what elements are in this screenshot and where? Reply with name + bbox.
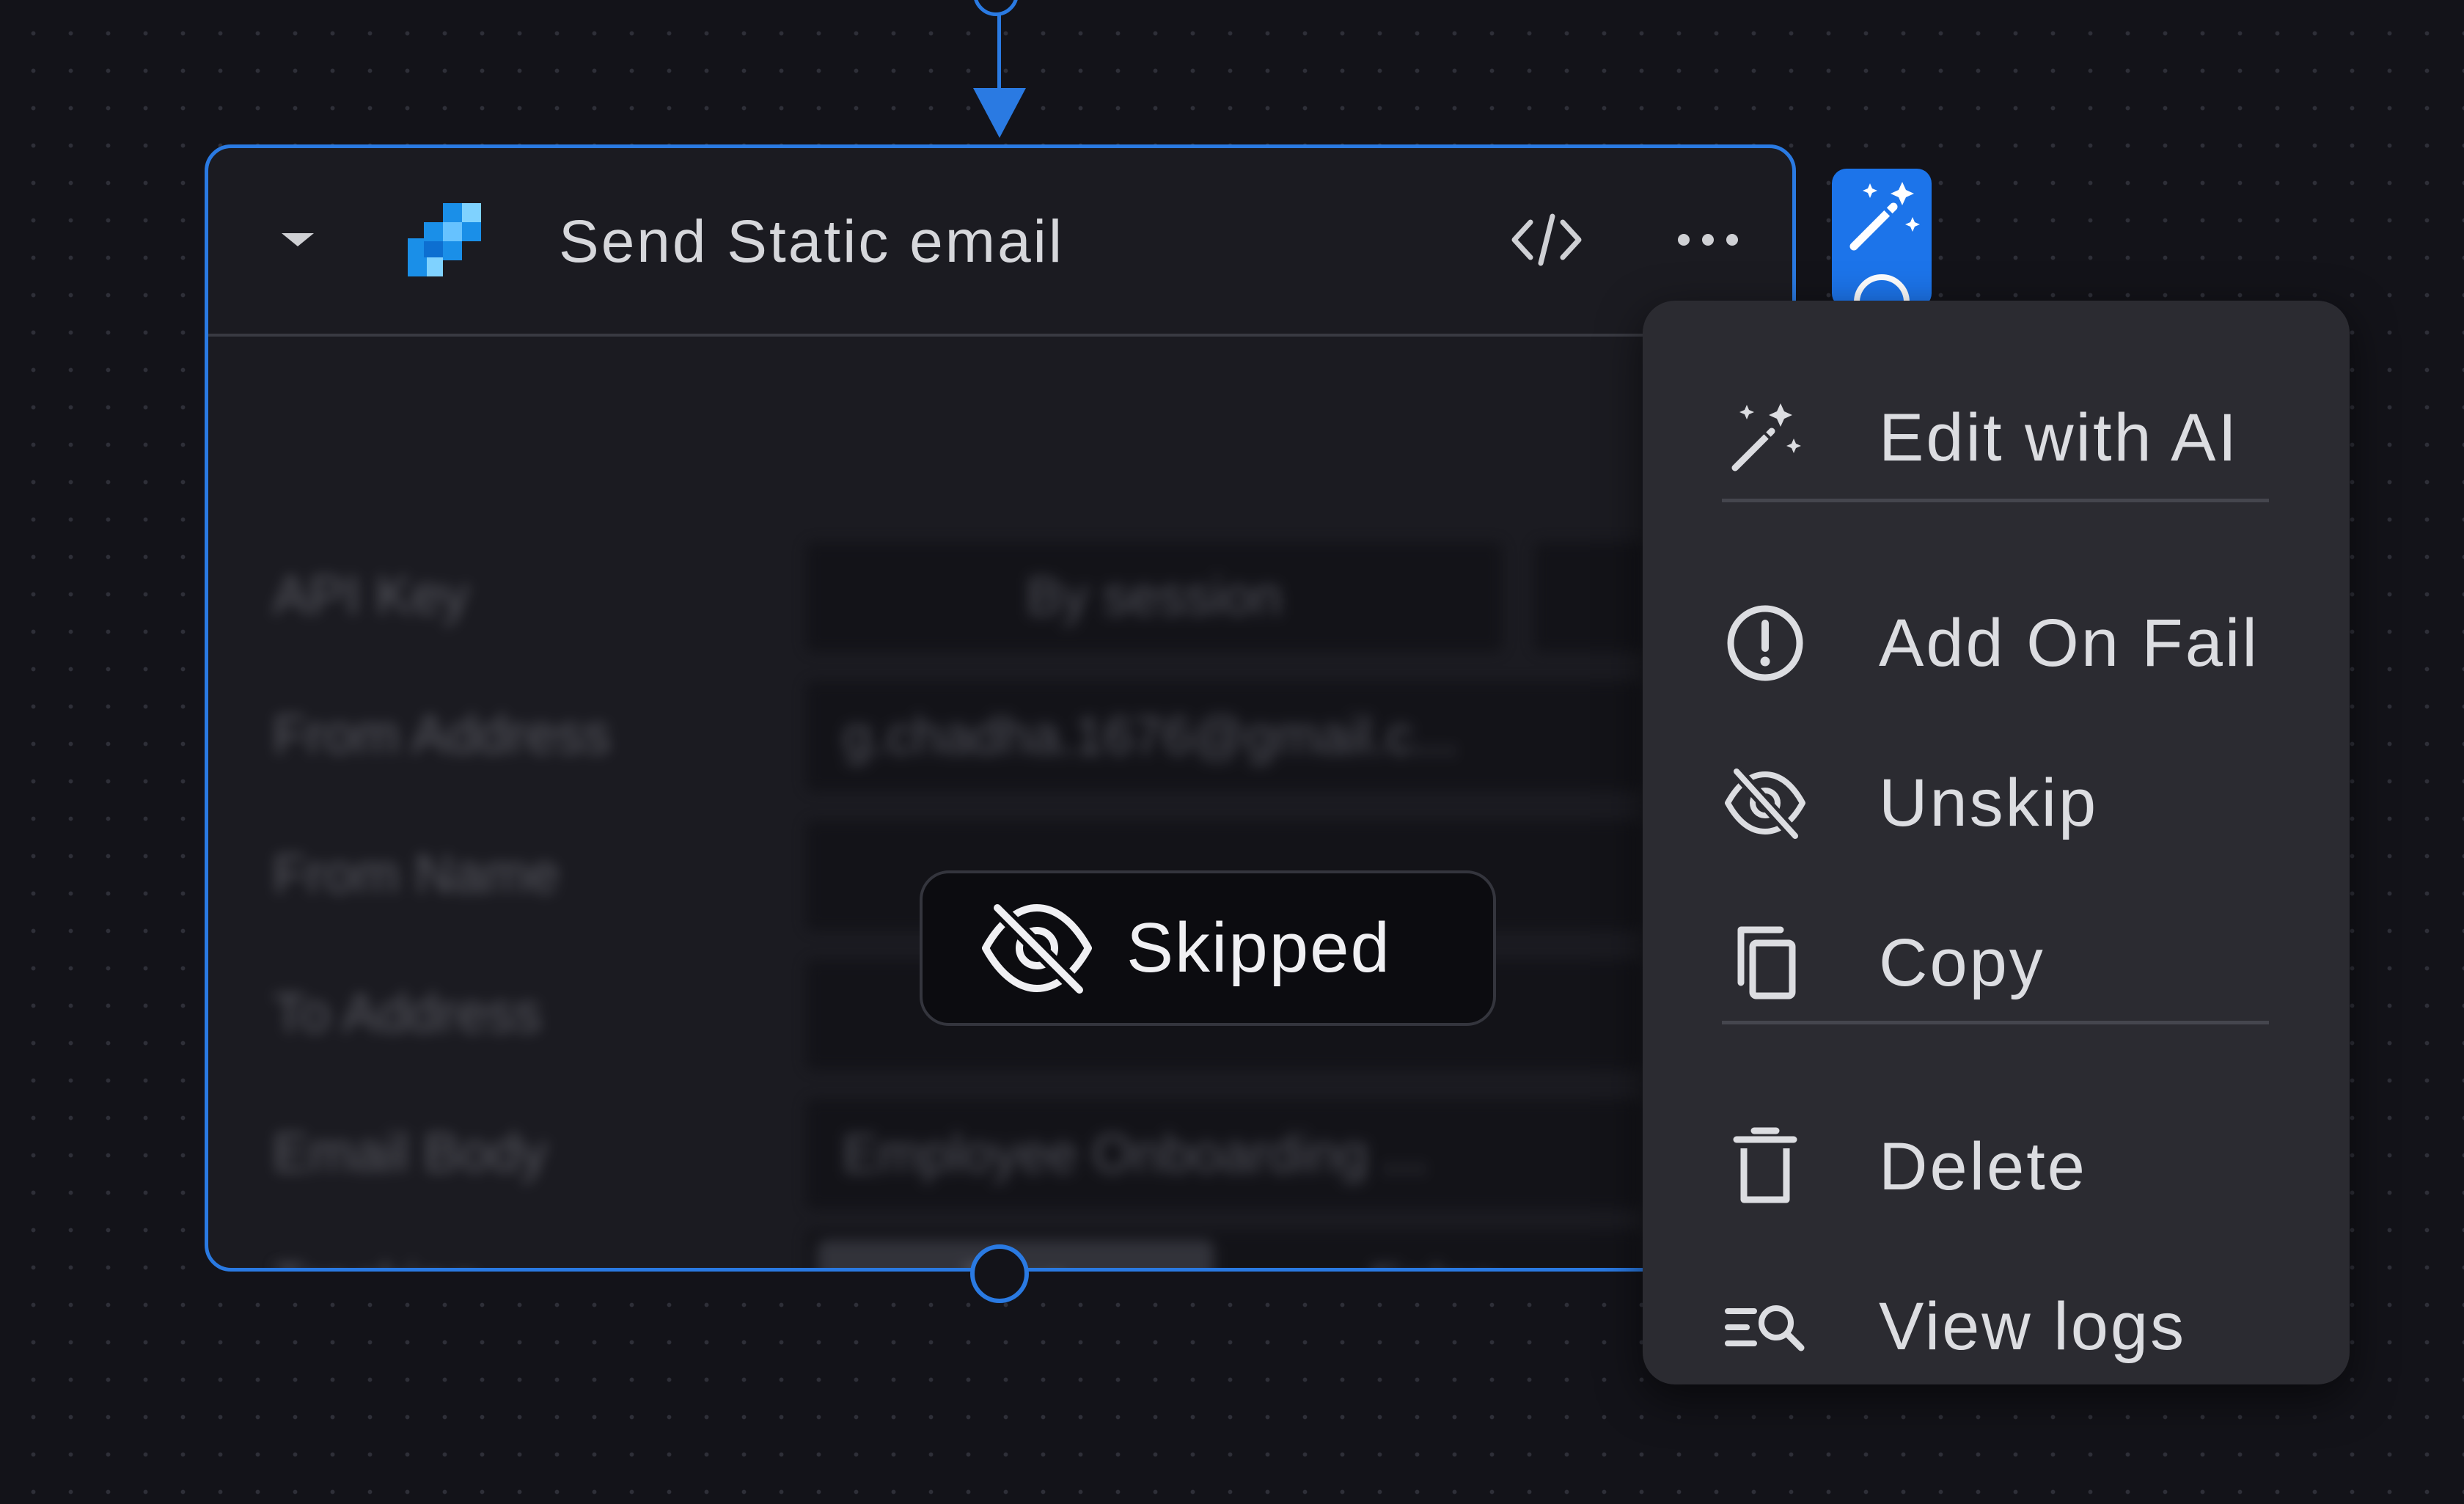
field-label: API Key [273,565,469,626]
logs-search-icon [1725,1305,1805,1351]
ai-assist-button[interactable] [1832,169,1932,308]
field-value[interactable]: Employee Onboarding ... [806,1099,1642,1209]
more-dots-icon [1678,234,1738,246]
menu-item-add-on-fail[interactable]: Add On Fail [1643,573,2350,713]
field-label: Email Body [273,1122,548,1183]
trash-icon [1733,1127,1797,1203]
node-title: Send Static email [559,208,1065,275]
tracking-toggle: True False [806,1230,1642,1268]
field-row-email-body: Email Body Employee Onboarding ... [273,1099,1780,1209]
menu-item-copy[interactable]: Copy [1643,893,2350,1032]
menu-item-label: Unskip [1879,766,2099,840]
field-value[interactable]: g.chadha.1676@gmail.c... [806,681,1642,791]
menu-item-label: Copy [1879,925,2045,1000]
alert-circle-icon [1727,605,1803,681]
field-action-stub[interactable] [1534,542,1644,652]
menu-item-edit-with-ai[interactable]: Edit with AI [1643,368,2350,507]
magic-wand-icon [1731,403,1801,472]
menu-item-label: View logs [1879,1289,2187,1364]
menu-item-unskip[interactable]: Unskip [1643,733,2350,873]
field-row-from-address: From Address g.chadha.1676@gmail.c... [273,681,1780,791]
node-form-body: API Key By session From Address g.chadha… [208,337,1792,1268]
downstream-handle[interactable] [970,1244,1029,1303]
field-label: From Name [273,843,560,904]
skipped-badge: Skipped [920,870,1496,1026]
workflow-node[interactable]: Send Static email API Key By session Fro… [205,144,1796,1272]
field-label: From Address [273,704,611,765]
magic-wand-icon [1849,182,1920,308]
node-header: Send Static email [208,148,1792,337]
code-icon [1511,213,1582,266]
menu-item-view-logs[interactable]: View logs [1643,1257,2350,1396]
menu-item-label: Delete [1879,1129,2087,1204]
menu-item-label: Add On Fail [1879,606,2259,681]
field-value[interactable]: By session [806,542,1503,652]
eye-off-icon [1725,766,1805,841]
toggle-option-false[interactable]: False [1236,1240,1632,1268]
menu-divider [1722,1021,2269,1024]
eye-off-icon [982,902,1092,996]
more-options-button[interactable] [1664,207,1752,273]
menu-divider [1722,499,2269,502]
code-view-button[interactable] [1506,207,1587,273]
menu-item-label: Edit with AI [1879,400,2240,475]
menu-item-delete[interactable]: Delete [1643,1097,2350,1236]
field-label: To Address [273,983,542,1043]
collapse-caret-icon[interactable] [282,233,314,246]
node-context-menu: Edit with AI Add On Fail Unskip Copy Del… [1643,301,2350,1384]
edge-arrowhead [973,88,1026,138]
skipped-label: Skipped [1126,909,1391,987]
copy-icon [1737,926,1796,999]
field-label: Tracking [273,1252,479,1268]
field-row-api-key: API Key By session [273,542,1780,652]
app-logo-icon [408,203,481,276]
